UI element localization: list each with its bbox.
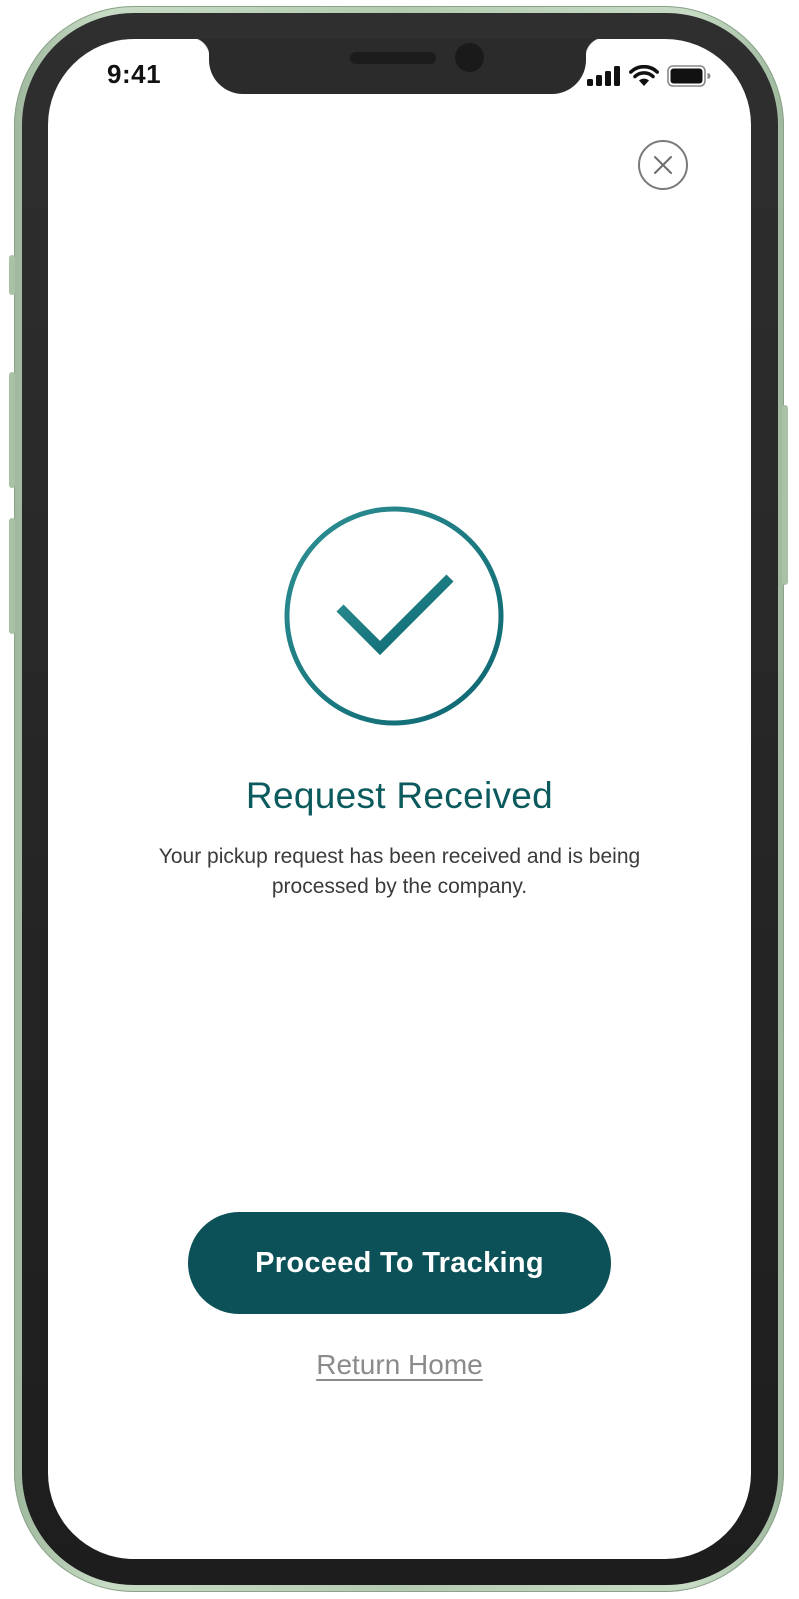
- front-camera: [455, 43, 484, 72]
- silent-switch: [9, 255, 15, 295]
- status-time: 9:41: [107, 59, 162, 89]
- proceed-to-tracking-button[interactable]: Proceed To Tracking: [188, 1212, 611, 1314]
- notch: [190, 39, 605, 94]
- battery-icon: [667, 65, 711, 87]
- wifi-icon: [629, 65, 659, 86]
- volume-down-button: [9, 518, 15, 634]
- status-icons: [587, 65, 711, 87]
- confirmation-message: Your pickup request has been received an…: [158, 845, 641, 898]
- earpiece-speaker: [350, 52, 436, 64]
- checkmark-circle-icon: [284, 506, 504, 726]
- screen: 9:41 Request Received Your pickup reques…: [48, 39, 751, 1559]
- power-button: [782, 405, 788, 585]
- page: 9:41 Request Received Your pickup reques…: [0, 0, 799, 1599]
- close-icon: [654, 156, 672, 174]
- close-button[interactable]: [638, 140, 688, 190]
- return-home-link[interactable]: Return Home: [48, 1349, 751, 1381]
- volume-up-button: [9, 372, 15, 488]
- cellular-signal-icon: [587, 66, 620, 86]
- confirmation-title: Request Received: [245, 775, 554, 816]
